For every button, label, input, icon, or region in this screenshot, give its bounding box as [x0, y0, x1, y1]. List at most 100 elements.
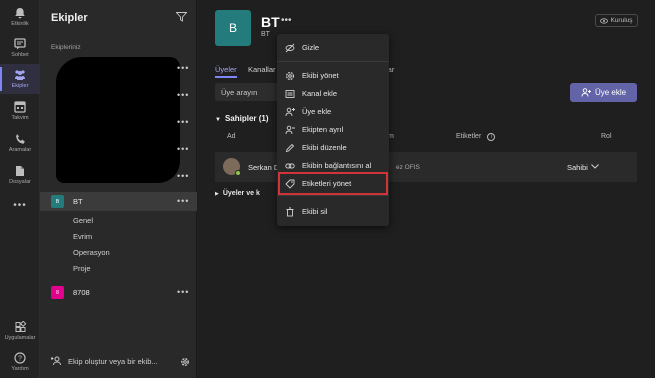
more-icon: •••: [13, 199, 27, 211]
menu-item-delete-team[interactable]: Ekibi sil: [277, 203, 389, 220]
add-user-icon: [285, 107, 295, 117]
menu-item-leave-team[interactable]: Ekipten ayrıl: [277, 121, 389, 138]
members-section-label: Üyeler ve k: [222, 190, 260, 197]
create-team-button[interactable]: Ekip oluştur veya bir ekib...: [51, 356, 158, 366]
more-options-icon[interactable]: •••: [177, 145, 189, 154]
rail-item-apps[interactable]: Uygulamalar: [0, 316, 40, 346]
calendar-icon: [14, 101, 26, 113]
files-icon: [16, 166, 24, 176]
rail-label: Uygulamalar: [4, 335, 36, 341]
help-icon: ?: [14, 352, 26, 364]
col-name: Ad: [227, 133, 236, 140]
menu-item-label: Ekibi sil: [302, 207, 328, 216]
menu-item-label: Kanal ekle: [302, 89, 338, 98]
rail-label: Etkinlik: [11, 21, 29, 27]
phone-icon: [16, 134, 25, 144]
rail-label: Aramalar: [8, 147, 32, 153]
menu-item-label: Ekibin bağlantısını al: [302, 161, 372, 170]
menu-item-label: Ekipten ayrıl: [302, 125, 344, 134]
org-label: Kuruluş: [610, 17, 633, 24]
team-name: 8708: [73, 288, 90, 297]
more-options-icon[interactable]: •••: [177, 118, 189, 127]
more-options-icon[interactable]: •••: [177, 91, 189, 100]
rail-item-calendar[interactable]: Takvim: [0, 96, 40, 126]
rail-item-files[interactable]: Dosyalar: [0, 160, 40, 190]
rail-item-chat[interactable]: Sohbet: [0, 33, 40, 63]
rail-item-activity[interactable]: Etkinlik: [0, 2, 40, 32]
filter-icon[interactable]: [176, 12, 187, 22]
menu-item-add-member[interactable]: Üye ekle: [277, 103, 389, 120]
add-user-icon: [581, 88, 591, 97]
team-context-menu: Gizle Ekibi yönet Kanal ekle Üye ekle Ek…: [277, 34, 389, 226]
add-channel-icon: [285, 90, 295, 98]
channel-item[interactable]: Evrim: [73, 232, 92, 241]
teams-icon: [15, 70, 25, 80]
chevron-down-icon[interactable]: [591, 164, 599, 169]
member-location: ez OFIS: [396, 164, 420, 171]
gear-icon[interactable]: [180, 357, 190, 367]
link-icon: [285, 163, 295, 169]
team-avatar-small: 8: [51, 286, 64, 299]
highlight-annotation: [278, 172, 388, 195]
members-section[interactable]: ▶ Üyeler ve k: [215, 190, 260, 197]
team-item-bt[interactable]: B BT •••: [40, 192, 197, 211]
active-tab-indicator: [215, 76, 237, 78]
add-member-label: Üye ekle: [594, 88, 627, 97]
teams-pane: Ekipler Ekipleriniz ••• ••• ••• ••• ••• …: [40, 0, 197, 378]
svg-text:?: ?: [18, 356, 22, 363]
trash-icon: [286, 207, 294, 217]
apps-icon: [15, 321, 27, 332]
member-search-input[interactable]: Üye arayın: [215, 83, 281, 101]
add-team-icon: [51, 356, 61, 366]
channel-item[interactable]: Genel: [73, 216, 93, 225]
tab-channels[interactable]: Kanallar: [248, 65, 276, 74]
leave-icon: [285, 125, 295, 135]
more-options-icon[interactable]: •••: [177, 197, 189, 206]
add-member-button[interactable]: Üye ekle: [570, 83, 637, 102]
bell-icon: [15, 8, 25, 19]
channel-item[interactable]: Operasyon: [73, 248, 110, 257]
gear-icon: [285, 71, 295, 81]
team-item-8708[interactable]: 8 8708 •••: [40, 283, 197, 302]
pencil-icon: [285, 143, 295, 153]
info-icon[interactable]: i: [487, 133, 496, 141]
chevron-down-icon: ▼: [215, 117, 221, 123]
member-role[interactable]: Sahibi: [567, 163, 588, 172]
chevron-right-icon: ▶: [215, 191, 219, 197]
org-button[interactable]: Kuruluş: [595, 14, 638, 27]
pane-title: Ekipler: [51, 12, 88, 24]
menu-divider: [277, 195, 389, 196]
menu-item-edit-team[interactable]: Ekibi düzenle: [277, 139, 389, 156]
menu-item-label: Gizle: [302, 43, 320, 52]
rail-item-teams[interactable]: Ekipler: [0, 64, 40, 94]
rail-item-calls[interactable]: Aramalar: [0, 128, 40, 158]
team-avatar-small: B: [51, 195, 64, 208]
col-role: Rol: [601, 133, 612, 140]
menu-item-manage-team[interactable]: Ekibi yönet: [277, 67, 389, 84]
eye-icon: [600, 17, 609, 24]
channel-item[interactable]: Proje: [73, 264, 91, 273]
rail-item-more[interactable]: •••: [0, 190, 40, 220]
tab-members[interactable]: Üyeler: [215, 65, 237, 74]
rail-label: Takvim: [11, 115, 29, 121]
rail-label: Yardım: [11, 366, 29, 372]
rail-label: Dosyalar: [9, 179, 31, 185]
team-name: BT: [73, 197, 83, 206]
chat-icon: [14, 38, 26, 50]
team-avatar: B: [215, 10, 251, 46]
more-options-icon[interactable]: •••: [177, 64, 189, 73]
redacted-teams: [56, 57, 180, 183]
hide-icon: [285, 43, 295, 53]
menu-item-add-channel[interactable]: Kanal ekle: [277, 85, 389, 102]
page-title: BT: [261, 14, 280, 30]
more-options-icon[interactable]: •••: [177, 288, 189, 297]
rail-label: Ekipler: [11, 83, 29, 89]
menu-item-hide[interactable]: Gizle: [277, 39, 389, 56]
owners-section[interactable]: ▼ Sahipler (1): [215, 114, 269, 123]
status-available-icon: [235, 170, 241, 176]
menu-item-label: Ekibi düzenle: [302, 143, 347, 152]
rail-item-help[interactable]: ? Yardım: [0, 347, 40, 377]
team-more-icon[interactable]: •••: [281, 15, 292, 26]
more-options-icon[interactable]: •••: [177, 172, 189, 181]
member-name: Serkan D: [248, 163, 280, 172]
